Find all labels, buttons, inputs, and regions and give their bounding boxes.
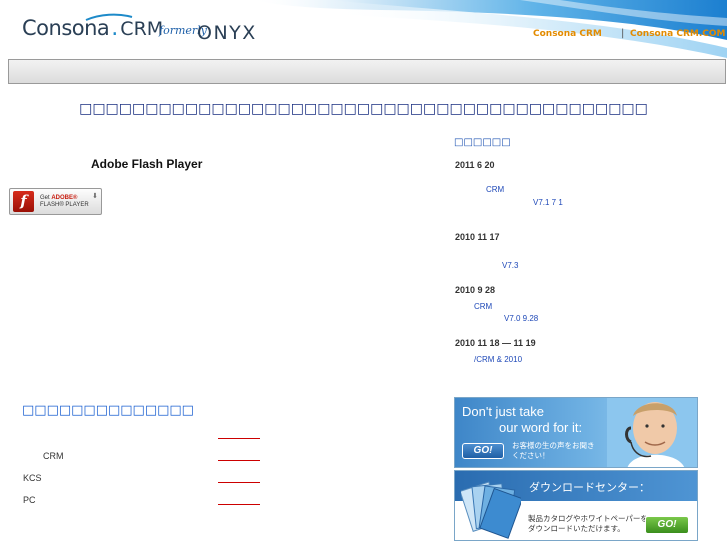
- testimonials-go-button[interactable]: GO!: [462, 443, 504, 459]
- support-row-label: PC: [23, 495, 36, 505]
- banner2-subtext-line2: ダウンロードいただけます。: [528, 524, 625, 533]
- get-flash-player-button[interactable]: f Get ADOBE® FLASH® PLAYER ⬇: [9, 188, 102, 215]
- header-link-consona-crm[interactable]: Consona CRM: [533, 29, 602, 39]
- navigation-bar: [8, 59, 726, 84]
- logo-consona-text: Consona: [22, 16, 110, 40]
- flash-line1-prefix: Get: [40, 194, 52, 201]
- logo-crm-text: CRM: [120, 18, 164, 40]
- banner1-subtext-line2: ください！: [512, 451, 550, 460]
- support-row-label: CRM: [43, 451, 64, 461]
- consona-logo[interactable]: Consona . CRM: [22, 16, 163, 46]
- news-link[interactable]: V7.3: [502, 261, 518, 270]
- page-title: □□□□□□□□□□□□□□□□□□□□□□□□□□□□□□□□□□□□□□□□…: [79, 101, 648, 117]
- download-center-banner[interactable]: ダウンロードセンター： 製品カタログやホワイトペーパーを ダウンロードいただけま…: [454, 470, 698, 541]
- banner1-headline-1: Don't just take: [462, 404, 544, 419]
- news-date: 2011 6 20: [455, 160, 495, 170]
- flash-icon: f: [13, 191, 34, 212]
- news-link[interactable]: CRM: [474, 302, 492, 311]
- news-link[interactable]: /CRM & 2010: [474, 355, 522, 364]
- banner2-subtext-line1: 製品カタログやホワイトペーパーを: [528, 514, 648, 523]
- logo-dot: .: [111, 16, 119, 41]
- news-link[interactable]: CRM: [486, 185, 504, 194]
- banner2-subtext: 製品カタログやホワイトペーパーを ダウンロードいただけます。: [528, 514, 648, 534]
- support-section-heading: □□□□□□□□□□□□□□: [22, 403, 194, 418]
- support-row: CRM: [0, 451, 270, 465]
- headset-person-image: [607, 398, 697, 467]
- logo-onyx-text: ONYX: [197, 22, 257, 44]
- support-row-label: KCS: [23, 473, 42, 483]
- news-date: 2010 11 17: [455, 232, 500, 242]
- header-link-consona-crm-com[interactable]: Consona CRM.COM: [630, 29, 725, 39]
- news-heading: □□□□□□: [454, 137, 511, 148]
- download-arrow-icon: ⬇: [92, 192, 98, 200]
- banner1-subtext: お客様の生の声をお聞き ください！: [512, 441, 595, 461]
- testimonials-banner[interactable]: Don't just take our word for it: GO! お客様…: [454, 397, 698, 468]
- get-flash-player-label: Get ADOBE® FLASH® PLAYER: [40, 195, 89, 209]
- support-link-underline[interactable]: [218, 482, 260, 483]
- download-center-title: ダウンロードセンター：: [529, 481, 650, 494]
- header-link-separator: |: [621, 28, 625, 39]
- support-link-underline[interactable]: [218, 504, 260, 505]
- brochure-fan-image: [461, 481, 521, 539]
- site-header: Consona . CRM formerly ONYX Consona CRM …: [0, 0, 727, 58]
- support-link-underline[interactable]: [218, 438, 260, 439]
- banner1-subtext-line1: お客様の生の声をお聞き: [512, 441, 595, 450]
- support-row: KCS: [0, 473, 270, 487]
- news-date: 2010 11 18 — 11 19: [455, 338, 536, 348]
- banner1-headline-2: our word for it:: [499, 420, 583, 435]
- news-link[interactable]: V7.0 9.28: [504, 314, 538, 323]
- support-row: PC: [0, 495, 270, 509]
- flash-line2: FLASH® PLAYER: [40, 201, 89, 208]
- flash-player-heading: Adobe Flash Player: [91, 157, 203, 171]
- support-link-underline[interactable]: [218, 460, 260, 461]
- download-go-button[interactable]: GO!: [645, 516, 689, 534]
- flash-line1-brand: ADOBE®: [51, 194, 78, 201]
- news-date: 2010 9 28: [455, 285, 496, 295]
- news-link[interactable]: V7.1 7 1: [533, 198, 563, 207]
